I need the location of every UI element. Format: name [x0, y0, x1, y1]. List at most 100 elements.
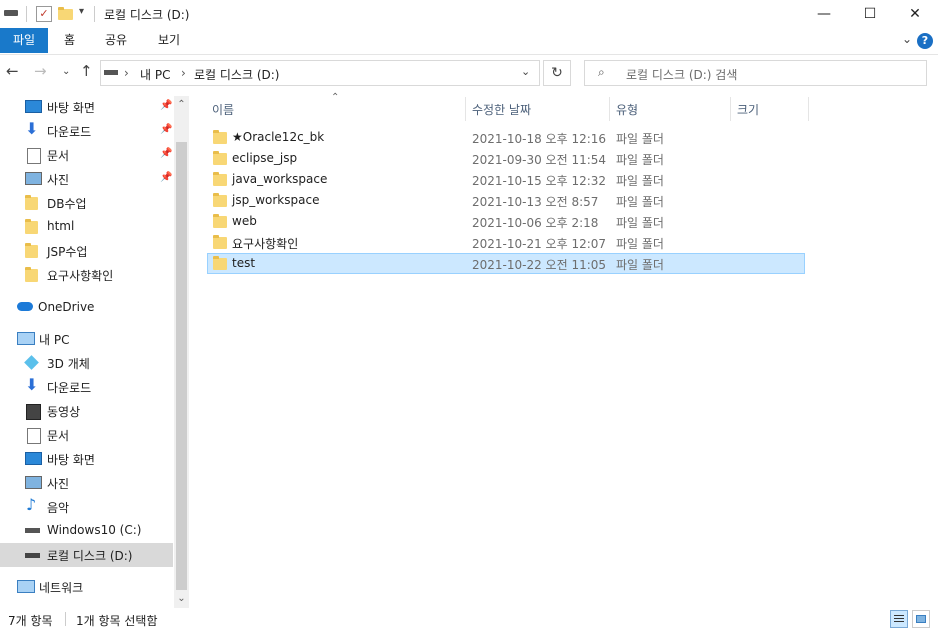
- nav-item-pc-pictures[interactable]: 사진: [0, 471, 173, 495]
- drive-icon: [104, 70, 118, 75]
- file-date: 2021-10-13 오전 8:57: [472, 195, 599, 209]
- nav-label: 다운로드: [47, 125, 92, 139]
- column-divider[interactable]: [609, 97, 610, 121]
- nav-scrollbar-thumb[interactable]: [176, 142, 187, 590]
- file-name: 요구사항확인: [232, 237, 299, 251]
- large-icons-view-button[interactable]: [912, 610, 930, 628]
- nav-item-db[interactable]: DB수업: [0, 191, 173, 215]
- folder-icon: [213, 130, 228, 144]
- tab-file[interactable]: 파일: [0, 28, 48, 53]
- drive-icon: [25, 553, 40, 558]
- file-row[interactable]: java_workspace 2021-10-15 오후 12:32 파일 폴더: [207, 169, 805, 190]
- pin-icon[interactable]: 📌: [160, 172, 172, 183]
- document-icon: [27, 148, 41, 164]
- nav-item-3d[interactable]: 3D 개체: [0, 351, 173, 375]
- network-icon: [17, 580, 35, 593]
- nav-item-this-pc[interactable]: 내 PC: [0, 327, 173, 351]
- nav-item-network[interactable]: 네트워크: [0, 575, 173, 599]
- cloud-icon: [17, 302, 33, 311]
- file-date: 2021-09-30 오전 11:54: [472, 153, 607, 167]
- nav-item-jsp[interactable]: JSP수업: [0, 239, 173, 263]
- maximize-button[interactable]: ☐: [847, 0, 893, 28]
- file-type: 파일 폴더: [616, 174, 664, 188]
- forward-button[interactable]: →: [34, 62, 47, 80]
- nav-item-videos[interactable]: 동영상: [0, 399, 173, 423]
- nav-label: 다운로드: [47, 381, 92, 395]
- details-view-button[interactable]: [890, 610, 908, 628]
- tab-share[interactable]: 공유: [105, 28, 127, 53]
- column-divider[interactable]: [730, 97, 731, 121]
- nav-item-downloads[interactable]: ⬇ 다운로드 📌: [0, 119, 173, 143]
- file-row[interactable]: eclipse_jsp 2021-09-30 오전 11:54 파일 폴더: [207, 148, 805, 169]
- nav-item-music[interactable]: ♪ 음악: [0, 495, 173, 519]
- folder-icon: [213, 235, 228, 249]
- folder-icon: [25, 195, 41, 210]
- nav-item-pictures[interactable]: 사진 📌: [0, 167, 173, 191]
- window-title: 로컬 디스크 (D:): [104, 8, 190, 22]
- column-name[interactable]: 이름: [212, 101, 234, 125]
- quick-access-dropdown-icon[interactable]: ▾: [79, 6, 84, 17]
- nav-item-desktop[interactable]: 바탕 화면 📌: [0, 95, 173, 119]
- new-folder-icon[interactable]: [58, 7, 73, 20]
- recent-locations-icon[interactable]: ⌄: [62, 66, 70, 77]
- download-icon: ⬇: [25, 375, 39, 394]
- refresh-button[interactable]: ↻: [543, 60, 571, 86]
- nav-item-pc-downloads[interactable]: ⬇ 다운로드: [0, 375, 173, 399]
- nav-label: 바탕 화면: [47, 101, 95, 115]
- back-button[interactable]: ←: [6, 62, 19, 80]
- column-type[interactable]: 유형: [616, 101, 638, 125]
- nav-item-requirements[interactable]: 요구사항확인: [0, 263, 173, 287]
- file-row[interactable]: 요구사항확인 2021-10-21 오후 12:07 파일 폴더: [207, 232, 805, 253]
- up-button[interactable]: ↑: [80, 62, 93, 80]
- nav-item-pc-desktop[interactable]: 바탕 화면: [0, 447, 173, 471]
- file-type: 파일 폴더: [616, 258, 664, 272]
- nav-item-pc-documents[interactable]: 문서: [0, 423, 173, 447]
- nav-label: 네트워크: [39, 581, 84, 595]
- pin-icon[interactable]: 📌: [160, 148, 172, 159]
- breadcrumb-drive[interactable]: 로컬 디스크 (D:): [194, 66, 279, 83]
- file-row[interactable]: jsp_workspace 2021-10-13 오전 8:57 파일 폴더: [207, 190, 805, 211]
- close-button[interactable]: ✕: [892, 0, 938, 28]
- minimize-button[interactable]: —: [801, 0, 847, 28]
- column-divider[interactable]: [465, 97, 466, 121]
- tab-view[interactable]: 보기: [158, 28, 180, 53]
- nav-label: JSP수업: [47, 245, 88, 259]
- nav-label: 내 PC: [39, 333, 70, 347]
- drive-icon: [4, 10, 18, 16]
- nav-item-drive-c[interactable]: Windows10 (C:): [0, 519, 173, 543]
- status-item-count: 7개 항목: [8, 614, 53, 628]
- expand-ribbon-icon[interactable]: ⌄: [902, 32, 912, 46]
- nav-label: 요구사항확인: [47, 269, 114, 283]
- file-row[interactable]: web 2021-10-06 오후 2:18 파일 폴더: [207, 211, 805, 232]
- breadcrumb-pc[interactable]: 내 PC: [140, 66, 170, 83]
- column-size[interactable]: 크기: [737, 101, 759, 125]
- nav-item-onedrive[interactable]: OneDrive: [0, 296, 173, 320]
- file-row[interactable]: ★Oracle12c_bk 2021-10-18 오후 12:16 파일 폴더: [207, 127, 805, 148]
- nav-item-html[interactable]: html: [0, 215, 173, 239]
- file-name: java_workspace: [232, 172, 328, 186]
- folder-icon: [213, 151, 228, 165]
- column-divider[interactable]: [808, 97, 809, 121]
- folder-icon: [213, 193, 228, 207]
- file-date: 2021-10-21 오후 12:07: [472, 237, 607, 251]
- file-name: ★Oracle12c_bk: [232, 130, 325, 144]
- music-icon: ♪: [26, 495, 37, 514]
- nav-item-documents[interactable]: 문서 📌: [0, 143, 173, 167]
- pin-icon[interactable]: 📌: [160, 100, 172, 111]
- pin-icon[interactable]: 📌: [160, 124, 172, 135]
- help-button[interactable]: ?: [917, 33, 933, 49]
- column-date[interactable]: 수정한 날짜: [472, 101, 531, 125]
- file-date: 2021-10-18 오후 12:16: [472, 132, 607, 146]
- ribbon: [0, 28, 938, 55]
- tab-home[interactable]: 홈: [64, 28, 75, 53]
- address-dropdown-icon[interactable]: ⌄: [521, 65, 530, 78]
- document-icon: [27, 428, 41, 444]
- properties-icon[interactable]: ✓: [36, 6, 52, 22]
- desktop-icon: [25, 100, 42, 113]
- file-row-selected[interactable]: test 2021-10-22 오전 11:05 파일 폴더: [207, 253, 805, 274]
- scroll-up-icon[interactable]: ⌃: [174, 99, 189, 110]
- nav-label: 바탕 화면: [47, 453, 95, 467]
- nav-label: 음악: [47, 501, 70, 515]
- scroll-down-icon[interactable]: ⌄: [174, 593, 189, 604]
- nav-item-drive-d[interactable]: 로컬 디스크 (D:): [0, 543, 173, 567]
